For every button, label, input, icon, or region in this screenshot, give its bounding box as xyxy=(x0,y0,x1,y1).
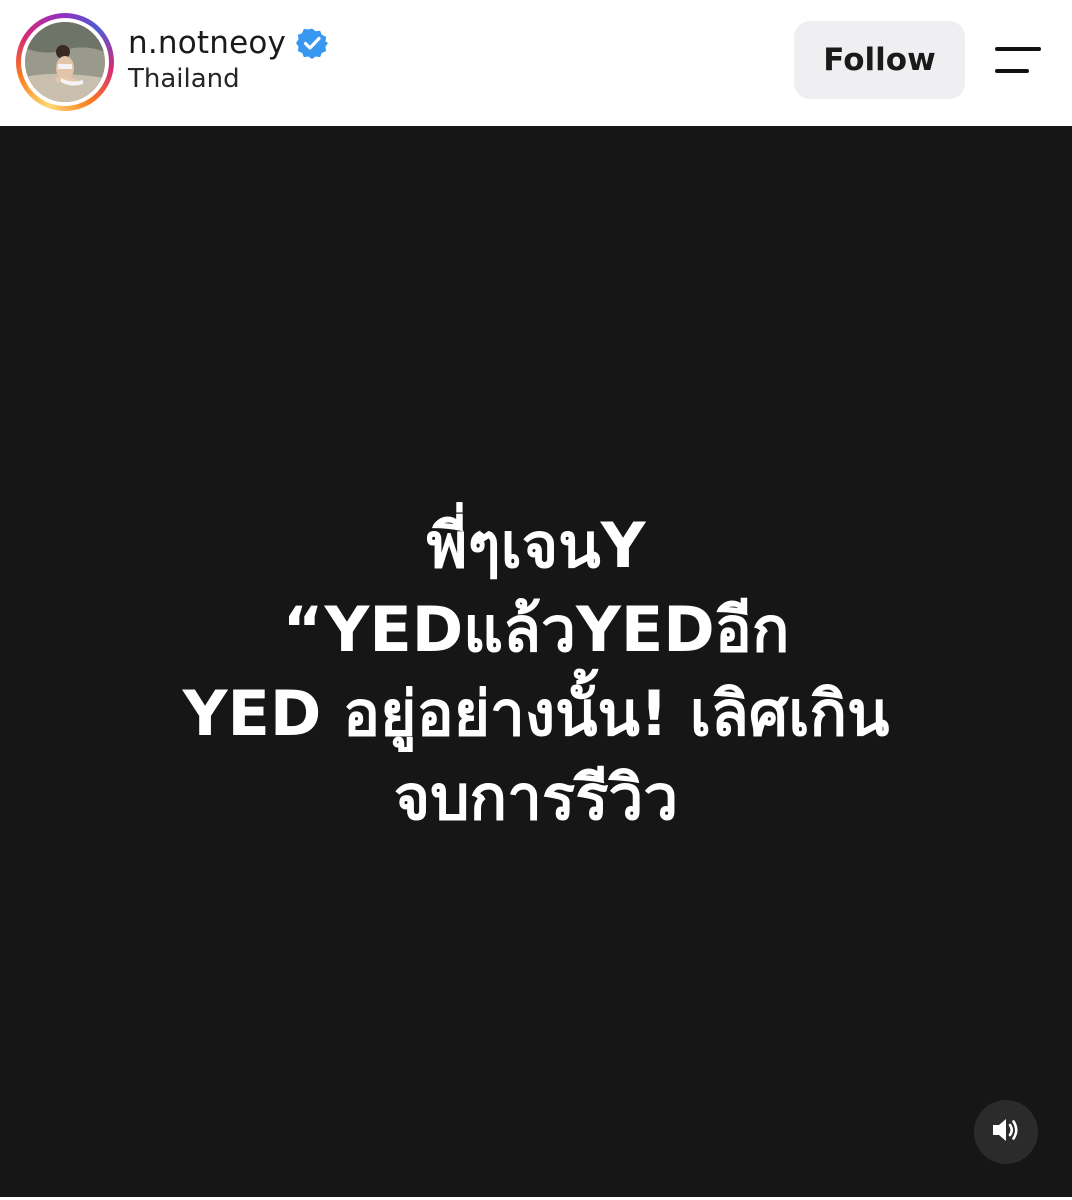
sound-toggle-button[interactable] xyxy=(974,1100,1038,1164)
post-header: n.notneoy Thailand Follow xyxy=(0,0,1072,126)
caption-line-3: YED อยู่อย่างนั้น! เลิศเกิน xyxy=(182,677,890,750)
caption-line-2: “YEDแล้วYEDอีก xyxy=(282,593,790,666)
caption-line-4: จบการรีวิว xyxy=(393,761,679,834)
username-row: n.notneoy xyxy=(128,22,329,64)
video-caption: พี่ๆเจนY “YEDแล้วYEDอีก YED อยู่อย่างนั้… xyxy=(0,504,1072,840)
verified-badge-icon xyxy=(296,27,329,59)
menu-icon[interactable] xyxy=(992,44,1044,76)
avatar-border xyxy=(21,18,109,106)
speaker-volume-icon xyxy=(991,1116,1021,1148)
video-post[interactable]: พี่ๆเจนY “YEDแล้วYEDอีก YED อยู่อย่างนั้… xyxy=(0,126,1072,1198)
avatar-photo xyxy=(25,22,105,102)
follow-button[interactable]: Follow xyxy=(794,21,965,99)
username[interactable]: n.notneoy xyxy=(128,25,286,61)
caption-line-1: พี่ๆเจนY xyxy=(426,509,646,582)
avatar[interactable] xyxy=(16,13,114,111)
location-label[interactable]: Thailand xyxy=(128,64,240,94)
